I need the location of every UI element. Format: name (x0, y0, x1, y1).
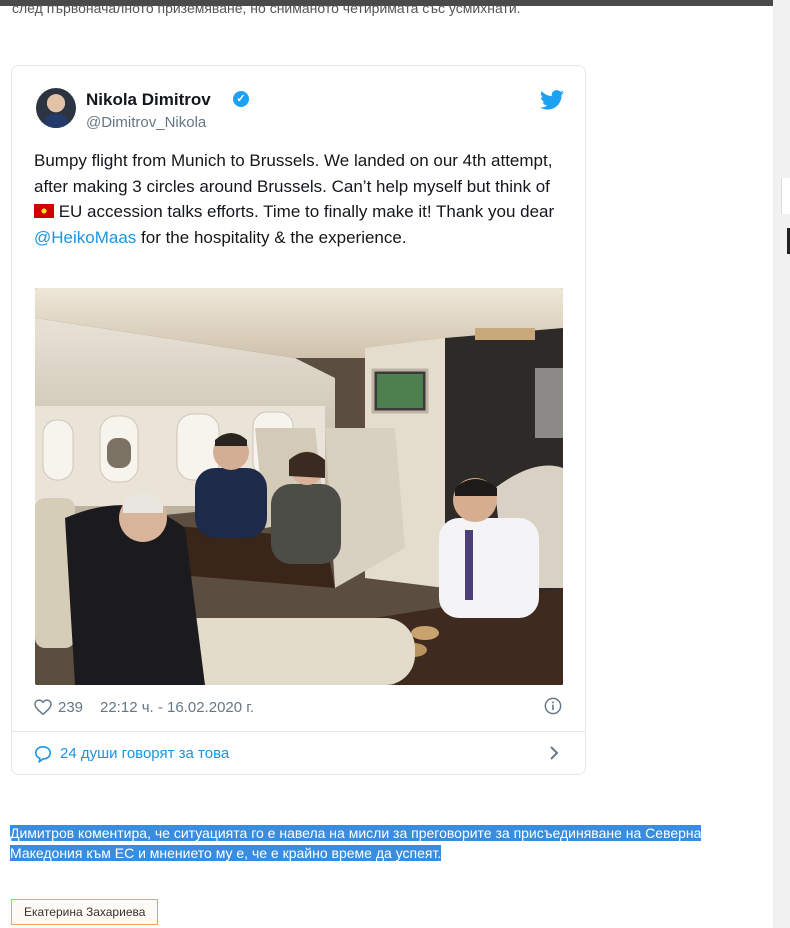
sidebar-edge-box (781, 178, 790, 214)
tweet-text-part2: EU accession talks efforts. Time to fina… (54, 202, 555, 221)
tweet-timestamp[interactable]: 22:12 ч. - 16.02.2020 г. (100, 699, 254, 716)
twitter-bird-icon[interactable] (540, 90, 564, 110)
article-top-text: след първоначалното приземяване, но сним… (12, 0, 521, 16)
highlighted-paragraph: Димитров коментира, че ситуацията го е н… (10, 823, 766, 863)
chevron-right-icon[interactable] (548, 745, 560, 761)
tweet-discussion-link[interactable]: 24 души говорят за това (34, 743, 564, 767)
aircraft-cabin-image (35, 288, 563, 685)
discussion-count-label[interactable]: 24 души говорят за това (60, 745, 229, 762)
heart-icon[interactable] (34, 699, 52, 715)
avatar[interactable] (36, 88, 76, 128)
highlighted-paragraph-text: Димитров коментира, че ситуацията го е н… (10, 825, 702, 861)
speech-bubble-icon (34, 745, 52, 763)
page-scrollbar-track[interactable] (773, 0, 790, 928)
north-macedonia-flag-icon (34, 204, 54, 218)
tweet-mention-link[interactable]: @HeikoMaas (34, 228, 136, 247)
tweet-photo[interactable] (35, 288, 563, 685)
verified-badge-icon: ✓ (233, 91, 249, 107)
tweet-text-part1: Bumpy flight from Munich to Brussels. We… (34, 151, 553, 196)
embedded-tweet[interactable]: Nikola Dimitrov ✓ @Dimitrov_Nikola Bumpy… (11, 65, 586, 775)
tweet-text: Bumpy flight from Munich to Brussels. We… (34, 148, 564, 250)
tweet-author-name[interactable]: Nikola Dimitrov (86, 90, 211, 110)
author-tag-link[interactable]: Екатерина Захариева (11, 899, 159, 925)
like-count[interactable]: 239 (58, 699, 83, 716)
tweet-divider (12, 731, 585, 732)
tweet-author-handle[interactable]: @Dimitrov_Nikola (86, 114, 206, 131)
tweet-text-part3: for the hospitality & the experience. (136, 227, 407, 247)
tweet-meta-row: 239 22:12 ч. - 16.02.2020 г. (34, 697, 564, 719)
info-icon[interactable] (544, 697, 562, 715)
